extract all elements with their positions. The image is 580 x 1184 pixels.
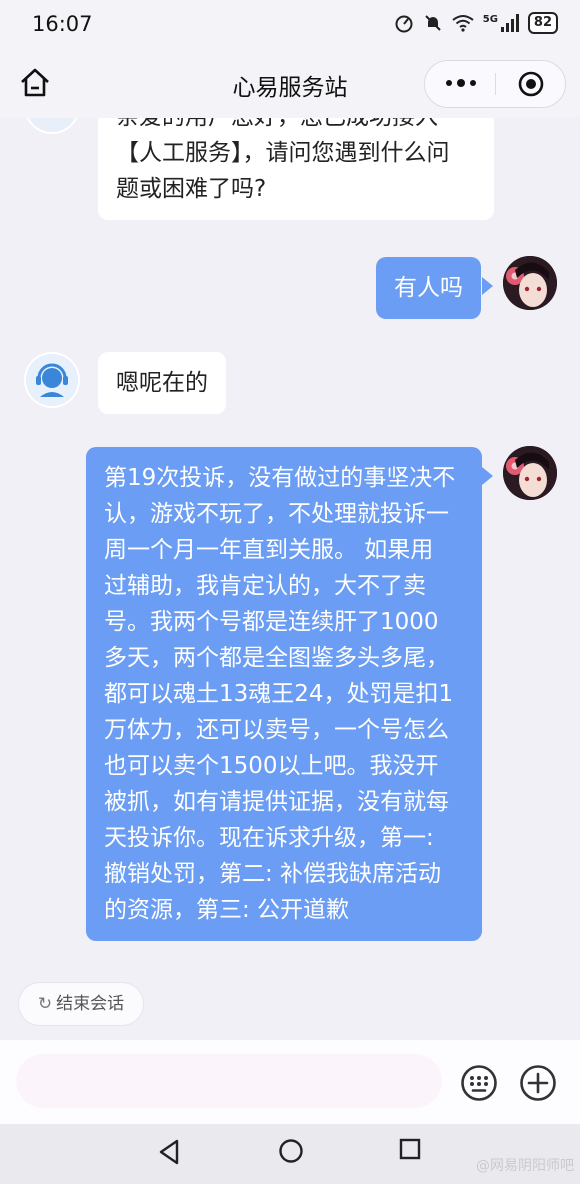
message-line: 认，游戏不玩了，不处理就投诉一 — [104, 501, 449, 527]
keyboard-icon[interactable] — [460, 1064, 498, 1102]
mute-bell-icon — [425, 15, 441, 31]
agent-message: 亲爱的用户您好，您已成功接入 【人工服务】，请问您遇到什么问 题或困难了吗? — [98, 118, 494, 220]
user-message: 有人吗 — [376, 257, 481, 319]
title-bar: 心易服务站 — [0, 50, 580, 118]
plus-icon[interactable] — [519, 1064, 557, 1102]
end-session-label: 结束会话 — [56, 994, 125, 1014]
user-message: 第19次投诉，没有做过的事坚决不 认，游戏不玩了，不处理就投诉一 周一个月一年直… — [86, 447, 482, 941]
battery-indicator: 82 — [527, 12, 558, 34]
status-icons: 5G 82 — [394, 12, 558, 34]
chat-area[interactable]: 亲爱的用户您好，您已成功接入 【人工服务】，请问您遇到什么问 题或困难了吗? 有… — [0, 118, 580, 1040]
message-line: 天投诉你。现在诉求升级，第一: — [104, 825, 434, 851]
headset-icon — [26, 354, 78, 406]
agent-avatar[interactable] — [24, 352, 80, 408]
message-line: 万体力，还可以卖号，一个号怎么 — [104, 717, 449, 743]
system-nav-bar — [0, 1124, 580, 1184]
message-line: 的资源，第三: 公开道歉 — [104, 897, 350, 923]
watermark: @网易阴阳师吧 — [476, 1158, 574, 1174]
close-program-icon[interactable] — [518, 71, 544, 97]
user-avatar-image — [503, 256, 557, 310]
user-avatar[interactable] — [503, 446, 557, 500]
message-line: 被抓，如有请提供证据，没有就每 — [104, 789, 449, 815]
signal-icon — [500, 14, 519, 32]
more-options-icon[interactable] — [441, 73, 481, 93]
capsule-divider — [495, 73, 496, 95]
status-bar: 16:07 5G 82 — [0, 0, 580, 50]
message-line: 第19次投诉，没有做过的事坚决不 — [104, 465, 456, 491]
home-circle-icon[interactable] — [278, 1138, 304, 1164]
speedometer-icon — [395, 15, 413, 33]
message-line: 号。我两个号都是连续肝了1000 — [104, 609, 439, 635]
message-input[interactable] — [16, 1054, 442, 1108]
wifi-icon — [452, 15, 474, 32]
agent-message: 嗯呢在的 — [98, 352, 226, 414]
message-line: 有人吗 — [394, 275, 463, 301]
recent-apps-icon[interactable] — [399, 1138, 421, 1160]
input-bar — [0, 1040, 580, 1124]
message-line: 【人工服务】，请问您遇到什么问 — [116, 140, 450, 166]
end-session-button[interactable]: ↻ 结束会话 — [18, 982, 144, 1026]
message-line: 都可以魂土13魂王24，处罚是扣1 — [104, 681, 454, 707]
message-line: 题或困难了吗? — [116, 176, 267, 202]
refresh-icon: ↻ — [37, 994, 53, 1014]
message-line: 周一个月一年直到关服。 如果用 — [104, 537, 434, 563]
bubble-tail — [482, 467, 493, 485]
network-label: 5G — [482, 13, 498, 25]
status-time: 16:07 — [32, 12, 93, 36]
message-line: 亲爱的用户您好，您已成功接入 — [116, 118, 476, 135]
user-avatar-image — [503, 446, 557, 500]
bubble-tail — [482, 277, 493, 295]
user-avatar[interactable] — [503, 256, 557, 310]
mini-program-capsule — [424, 60, 566, 108]
message-line: 嗯呢在的 — [116, 370, 208, 396]
back-icon[interactable] — [156, 1138, 182, 1166]
message-line: 也可以卖个1500以上吧。我没开 — [104, 753, 439, 779]
message-line: 过辅助，我肯定认的，大不了卖 — [104, 573, 426, 599]
message-line: 撤销处罚，第二: 补偿我缺席活动 — [104, 861, 442, 887]
agent-avatar — [24, 118, 80, 134]
message-line: 多天，两个都是全图鉴多头多尾， — [104, 645, 449, 671]
